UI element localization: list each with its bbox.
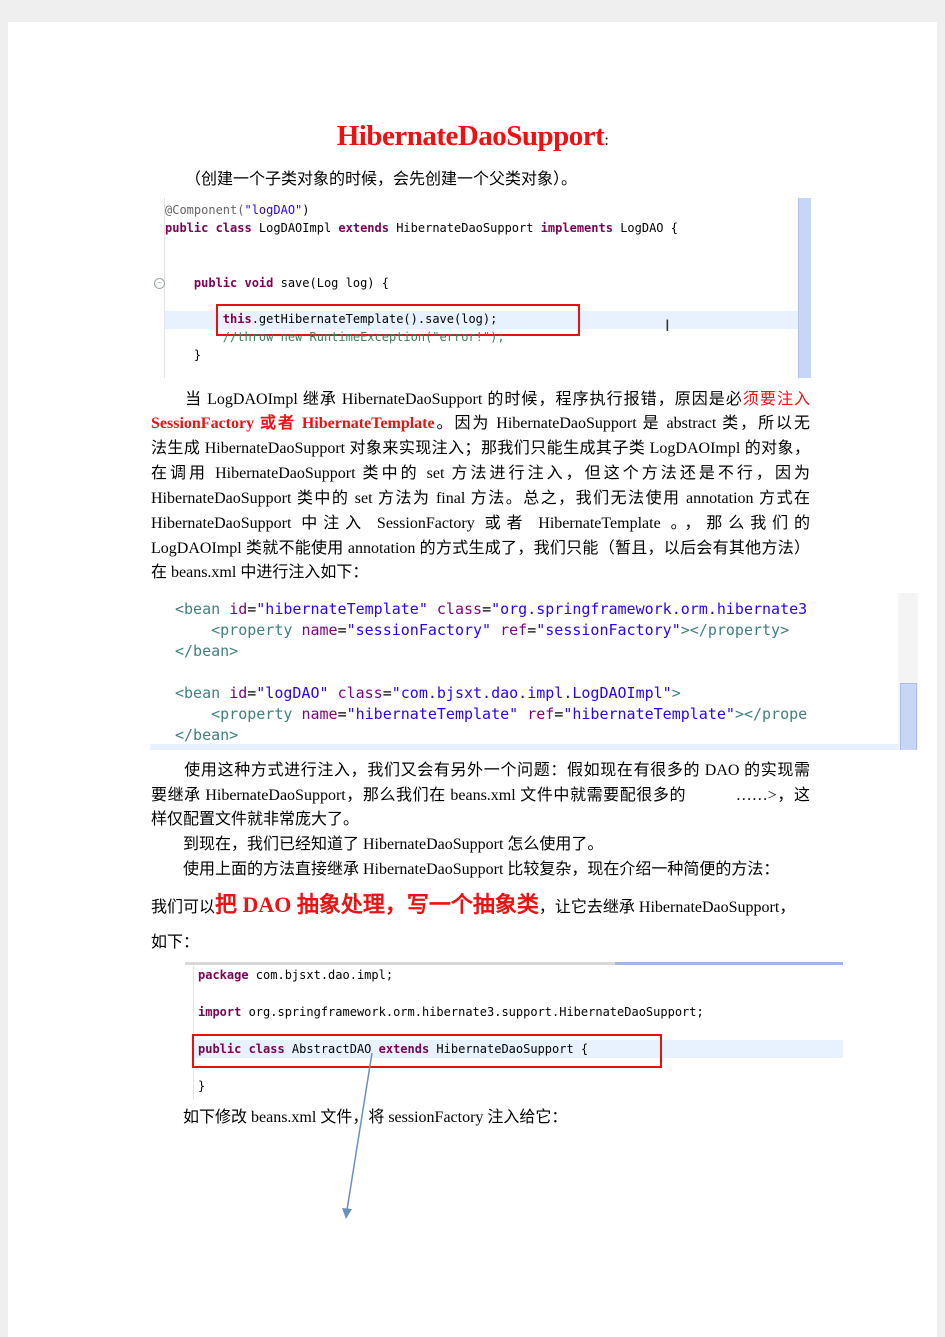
arrow-line <box>346 1052 373 1211</box>
arrow-annotation <box>342 1052 373 1219</box>
arrow-head-icon <box>342 1208 352 1219</box>
